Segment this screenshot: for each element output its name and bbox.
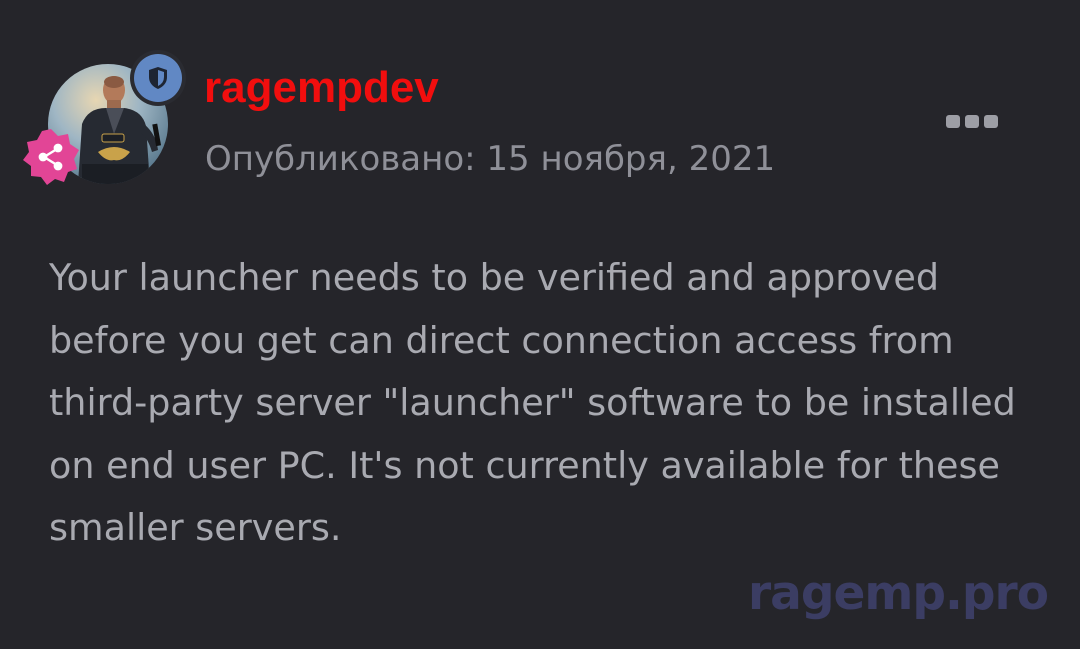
site-watermark: ragemp.pro	[748, 566, 1049, 621]
post-content: Your launcher needs to be verified and a…	[49, 247, 1049, 560]
author-avatar-container	[23, 50, 186, 185]
content-line: third-party server "launcher" software t…	[49, 381, 1016, 424]
forum-post: ragempdev Опубликовано: 15 ноября, 2021 …	[0, 0, 1080, 649]
content-line: before you get can direct connection acc…	[49, 318, 954, 362]
group-badge	[23, 129, 79, 185]
author-username[interactable]: ragempdev	[204, 62, 439, 114]
content-line: smaller servers.	[49, 506, 342, 549]
role-badge	[130, 50, 186, 106]
content-line: Your launcher needs to be verified and a…	[49, 256, 940, 299]
more-options-button[interactable]	[946, 110, 998, 132]
content-line: on end user PC. It's not currently avail…	[49, 443, 1000, 487]
shield-icon	[149, 67, 167, 89]
more-icon	[946, 114, 960, 128]
post-timestamp: Опубликовано: 15 ноября, 2021	[205, 139, 776, 179]
